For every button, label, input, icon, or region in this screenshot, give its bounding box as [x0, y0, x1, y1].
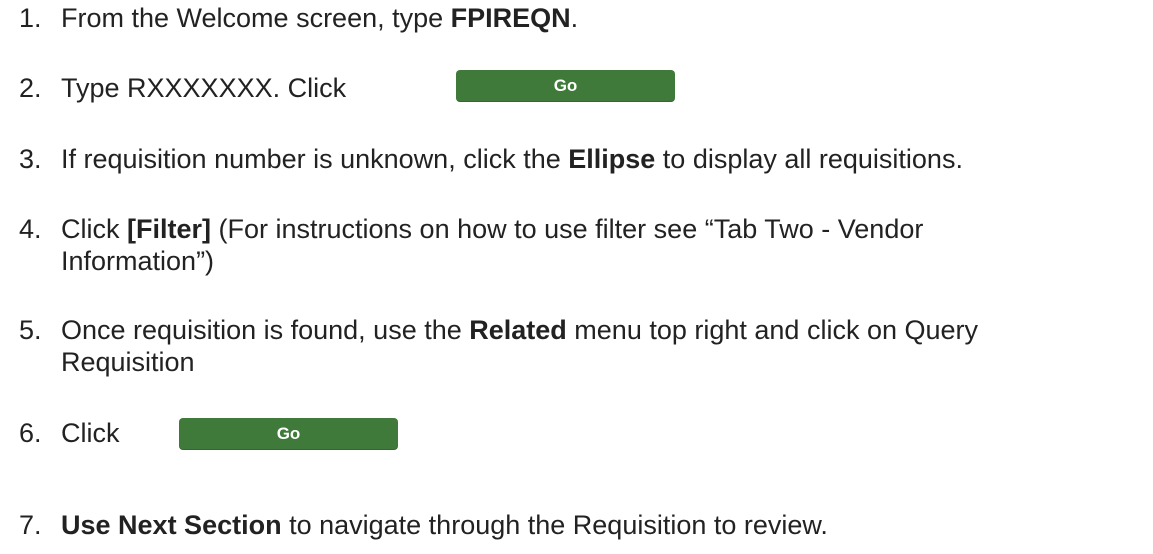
step-number: 3.: [19, 144, 42, 174]
step-text: Click: [61, 418, 120, 448]
step-text: From the Welcome screen, type FPIREQN.: [61, 3, 579, 33]
next-section-label: Use Next Section: [61, 510, 282, 540]
step-number: 2.: [19, 73, 42, 103]
command-code: FPIREQN: [450, 3, 571, 33]
related-menu-label: Related: [469, 315, 567, 345]
step-number: 6.: [19, 418, 42, 448]
go-button[interactable]: Go: [456, 70, 675, 102]
step-number: 7.: [19, 510, 42, 540]
step-text: Type RXXXXXXX. Click: [61, 73, 347, 103]
step-number: 4.: [19, 214, 42, 244]
step-text: If requisition number is unknown, click …: [61, 144, 963, 174]
step-text: Use Next Section to navigate through the…: [61, 510, 828, 540]
step-text-continuation: Requisition: [61, 347, 195, 377]
step-text-continuation: Information”): [61, 246, 215, 276]
ellipse-label: Ellipse: [568, 144, 656, 174]
step-number: 1.: [19, 3, 42, 33]
step-number: 5.: [19, 315, 42, 345]
go-button[interactable]: Go: [179, 418, 398, 450]
step-text: Click [Filter] (For instructions on how …: [61, 214, 924, 244]
step-text: Once requisition is found, use the Relat…: [61, 315, 979, 345]
filter-label: [Filter]: [127, 214, 211, 244]
